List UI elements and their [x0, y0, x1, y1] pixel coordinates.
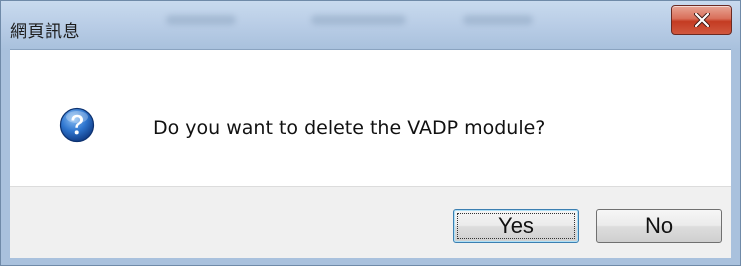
- title-bar-glass-blur: [311, 15, 406, 25]
- title-bar-glass-blur: [166, 15, 236, 25]
- close-icon: [694, 13, 710, 27]
- question-icon: [59, 107, 95, 143]
- no-button[interactable]: No: [596, 209, 722, 243]
- window-title: 網頁訊息: [10, 22, 80, 42]
- yes-button-label: Yes: [498, 213, 534, 238]
- message-text: Do you want to delete the VADP module?: [153, 117, 546, 139]
- yes-button[interactable]: Yes: [453, 209, 579, 243]
- button-bar: Yes No: [10, 186, 731, 258]
- no-button-label: No: [644, 213, 674, 238]
- title-bar[interactable]: 網頁訊息: [1, 1, 740, 49]
- close-button[interactable]: [671, 5, 732, 35]
- message-area: Do you want to delete the VADP module?: [10, 49, 731, 186]
- message-dialog: 網頁訊息 Do you want to delete the VADP modu…: [0, 0, 741, 266]
- title-bar-glass-blur: [463, 15, 533, 25]
